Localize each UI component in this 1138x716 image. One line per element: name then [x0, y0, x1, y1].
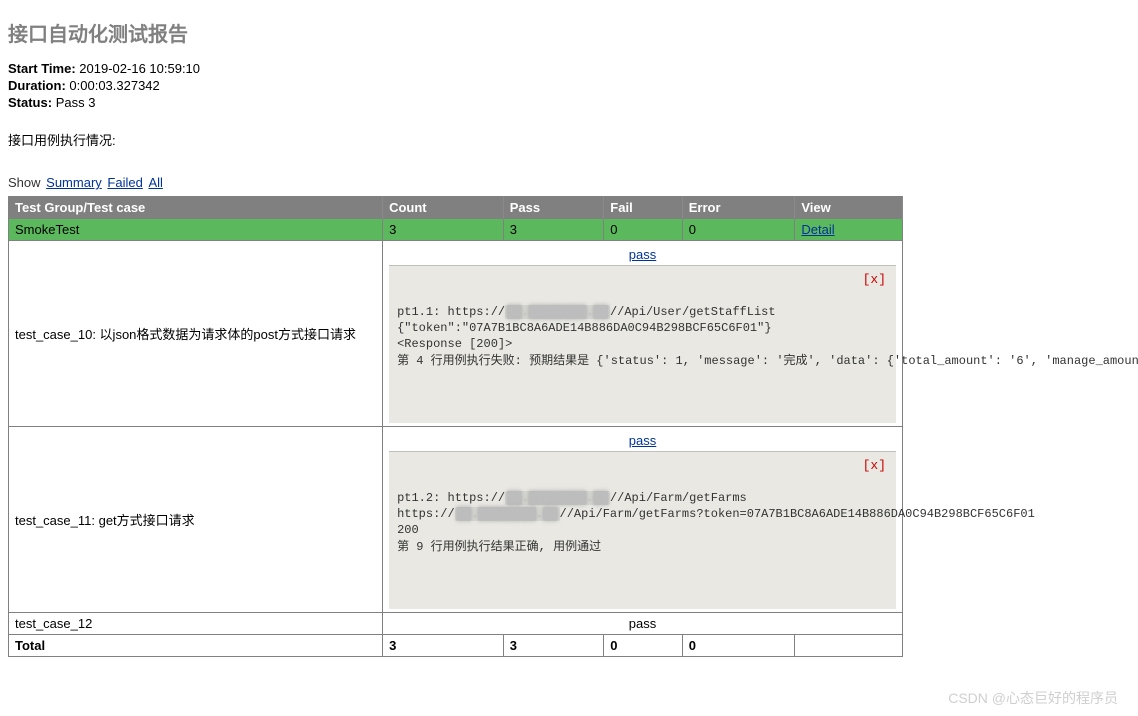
c11-l1-pre: pt1.2: https://: [397, 491, 505, 505]
c11-l2-blur: ██.████████.██: [455, 507, 560, 521]
group-fail: 0: [604, 219, 682, 241]
case12-status: pass: [383, 613, 903, 635]
c11-l1-blur: ██.████████.██: [505, 491, 610, 505]
show-failed-link[interactable]: Failed: [107, 175, 142, 190]
close-icon[interactable]: [x]: [863, 272, 886, 287]
meta-start-label: Start Time:: [8, 61, 76, 76]
c11-l2-post: //Api/Farm/getFarms?token=07A7B1BC8A6ADE…: [560, 507, 1035, 521]
case10-detail-cell: pass [x] pt1.1: https://██.████████.██//…: [383, 241, 903, 427]
group-name: SmokeTest: [9, 219, 383, 241]
meta-status-label: Status:: [8, 95, 52, 110]
c10-l1-pre: pt1.1: https://: [397, 305, 505, 319]
meta-status: Status: Pass 3: [8, 95, 1130, 110]
group-count: 3: [383, 219, 504, 241]
c10-l4: 第 4 行用例执行失败: 预期结果是 {'status': 1, 'messag…: [397, 354, 1138, 368]
th-pass: Pass: [503, 197, 604, 219]
meta-duration: Duration: 0:00:03.327342: [8, 78, 1130, 93]
case11-output: pt1.2: https://██.████████.██//Api/Farm/…: [397, 490, 888, 555]
case12-name: test_case_12: [9, 613, 383, 635]
case10-output: pt1.1: https://██.████████.██//Api/User/…: [397, 304, 888, 369]
group-row-smoketest: SmokeTest 3 3 0 0 Detail: [9, 219, 903, 241]
th-view: View: [795, 197, 903, 219]
case11-pass-link[interactable]: pass: [629, 433, 656, 448]
total-row: Total 3 3 0 0: [9, 635, 903, 657]
case11-output-box: [x] pt1.2: https://██.████████.██//Api/F…: [389, 451, 896, 609]
c10-l3: <Response [200]>: [397, 337, 512, 351]
total-fail: 0: [604, 635, 682, 657]
meta-start-value: 2019-02-16 10:59:10: [79, 61, 200, 76]
c10-l1-blur: ██.████████.██: [505, 305, 610, 319]
case10-pass-link[interactable]: pass: [629, 247, 656, 262]
c11-l1-post: //Api/Farm/getFarms: [610, 491, 747, 505]
th-count: Count: [383, 197, 504, 219]
case11-pass-wrap: pass: [389, 430, 896, 451]
total-view: [795, 635, 903, 657]
show-prefix: Show: [8, 175, 41, 190]
meta-duration-value: 0:00:03.327342: [69, 78, 159, 93]
total-label: Total: [9, 635, 383, 657]
total-pass: 3: [503, 635, 604, 657]
total-error: 0: [682, 635, 795, 657]
c10-l1-post: //Api/User/getStaffList: [610, 305, 776, 319]
case11-detail-cell: pass [x] pt1.2: https://██.████████.██//…: [383, 427, 903, 613]
group-pass: 3: [503, 219, 604, 241]
filter-links: Show Summary Failed All: [8, 175, 1130, 190]
page-title: 接口自动化测试报告: [8, 18, 1130, 47]
case10-output-box: [x] pt1.1: https://██.████████.██//Api/U…: [389, 265, 896, 423]
watermark: CSDN @心态巨好的程序员: [948, 688, 1118, 708]
meta-duration-label: Duration:: [8, 78, 66, 93]
group-view-cell: Detail: [795, 219, 903, 241]
c11-l3: 200: [397, 523, 419, 537]
total-count: 3: [383, 635, 504, 657]
show-summary-link[interactable]: Summary: [46, 175, 102, 190]
th-error: Error: [682, 197, 795, 219]
show-all-link[interactable]: All: [148, 175, 162, 190]
header-row: Test Group/Test case Count Pass Fail Err…: [9, 197, 903, 219]
case10-pass-wrap: pass: [389, 244, 896, 265]
th-fail: Fail: [604, 197, 682, 219]
close-icon[interactable]: [x]: [863, 458, 886, 473]
group-error: 0: [682, 219, 795, 241]
case-row-11: test_case_11: get方式接口请求 pass [x] pt1.2: …: [9, 427, 903, 613]
results-table: Test Group/Test case Count Pass Fail Err…: [8, 196, 903, 657]
meta-start-time: Start Time: 2019-02-16 10:59:10: [8, 61, 1130, 76]
case-row-10: test_case_10: 以json格式数据为请求体的post方式接口请求 p…: [9, 241, 903, 427]
c11-l4: 第 9 行用例执行结果正确, 用例通过: [397, 540, 601, 554]
case11-name: test_case_11: get方式接口请求: [9, 427, 383, 613]
c11-l2-pre: https://: [397, 507, 455, 521]
case10-name: test_case_10: 以json格式数据为请求体的post方式接口请求: [9, 241, 383, 427]
c10-l2: {"token":"07A7B1BC8A6ADE14B886DA0C94B298…: [397, 321, 771, 335]
th-name: Test Group/Test case: [9, 197, 383, 219]
group-detail-link[interactable]: Detail: [801, 222, 834, 237]
section-label: 接口用例执行情况:: [8, 130, 1130, 149]
meta-status-value: Pass 3: [56, 95, 96, 110]
case-row-12: test_case_12 pass: [9, 613, 903, 635]
